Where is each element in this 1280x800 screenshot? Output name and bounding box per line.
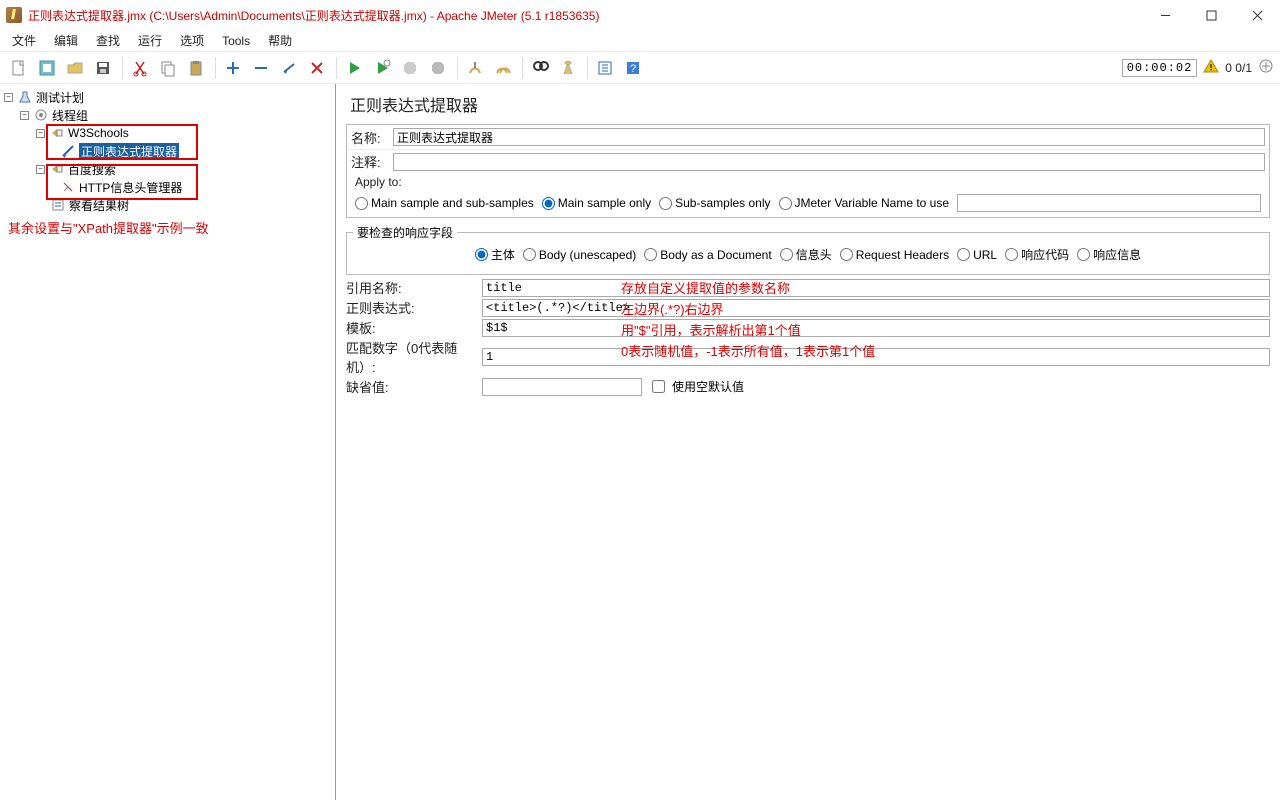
- template-label: 模板:: [346, 318, 482, 337]
- test-plan-tree[interactable]: − 测试计划 − 线程组 − W3Schools 正则表达式提取器 − 百度搜索: [0, 84, 336, 800]
- rf-req-headers[interactable]: Request Headers: [840, 248, 949, 262]
- tree-regex-extractor[interactable]: 正则表达式提取器: [4, 142, 331, 160]
- applyto-sub-only[interactable]: Sub-samples only: [659, 196, 770, 210]
- help-button[interactable]: ?: [620, 55, 646, 81]
- rf-body[interactable]: 主体: [475, 246, 515, 263]
- panel-title: 正则表达式提取器: [350, 92, 1270, 116]
- cut-button[interactable]: [127, 55, 153, 81]
- tree-baidu[interactable]: − 百度搜索: [4, 160, 331, 178]
- menu-options[interactable]: 选项: [172, 30, 212, 51]
- clear-button[interactable]: [462, 55, 488, 81]
- rf-body-doc[interactable]: Body as a Document: [644, 248, 771, 262]
- copy-button[interactable]: [155, 55, 181, 81]
- maximize-button[interactable]: [1188, 0, 1234, 30]
- ref-name-label: 引用名称:: [346, 278, 482, 297]
- save-button[interactable]: [90, 55, 116, 81]
- applyto-main-sub[interactable]: Main sample and sub-samples: [355, 196, 534, 210]
- default-input[interactable]: [482, 378, 642, 396]
- new-button[interactable]: [6, 55, 32, 81]
- tree-threadgroup[interactable]: − 线程组: [4, 106, 331, 124]
- window-title: 正则表达式提取器.jmx (C:\Users\Admin\Documents\正…: [28, 7, 1142, 24]
- response-field-group: 要检查的响应字段 主体 Body (unescaped) Body as a D…: [346, 224, 1270, 275]
- templates-button[interactable]: [34, 55, 60, 81]
- shutdown-button[interactable]: [425, 55, 451, 81]
- collapse-icon[interactable]: −: [36, 165, 45, 174]
- collapse-icon[interactable]: −: [20, 111, 29, 120]
- tree-header-manager[interactable]: HTTP信息头管理器: [4, 178, 331, 196]
- name-input[interactable]: [393, 128, 1265, 146]
- menu-tools[interactable]: Tools: [214, 32, 258, 50]
- name-comment-group: 名称: 注释: Apply to: Main sample and sub-sa…: [346, 124, 1270, 218]
- start-button[interactable]: [341, 55, 367, 81]
- svg-text:?: ?: [630, 63, 636, 75]
- regex-label: 正则表达式:: [346, 298, 482, 317]
- applyto-var-input[interactable]: [957, 194, 1261, 212]
- results-icon: [50, 197, 66, 213]
- annotation-note: 其余设置与"XPath提取器"示例一致: [4, 214, 331, 237]
- menu-help[interactable]: 帮助: [260, 30, 300, 51]
- rf-code[interactable]: 响应代码: [1005, 246, 1069, 263]
- toggle-button[interactable]: [276, 55, 302, 81]
- start-notimers-button[interactable]: [369, 55, 395, 81]
- tree-view-results[interactable]: 察看结果树: [4, 196, 331, 214]
- menu-run[interactable]: 运行: [130, 30, 170, 51]
- regex-icon: [60, 143, 76, 159]
- tree-w3schools[interactable]: − W3Schools: [4, 124, 331, 142]
- toolbar: ? 00:00:02 0 0/1: [0, 52, 1280, 84]
- menubar: 文件 编辑 查找 运行 选项 Tools 帮助: [0, 30, 1280, 52]
- disable-button[interactable]: [304, 55, 330, 81]
- reset-search-button[interactable]: [555, 55, 581, 81]
- config-panel: 正则表达式提取器 名称: 注释: Apply to: Main sample a…: [336, 84, 1280, 800]
- search-button[interactable]: [527, 55, 553, 81]
- name-label: 名称:: [351, 128, 393, 147]
- regex-input[interactable]: [482, 299, 1270, 317]
- expand-button[interactable]: [220, 55, 246, 81]
- rf-msg[interactable]: 响应信息: [1077, 246, 1141, 263]
- thread-counter: 0 0/1: [1225, 61, 1252, 75]
- rf-headers[interactable]: 信息头: [780, 246, 832, 263]
- elapsed-time: 00:00:02: [1122, 59, 1198, 77]
- http-icon: [49, 125, 65, 141]
- applyto-var[interactable]: JMeter Variable Name to use: [779, 196, 950, 210]
- template-input[interactable]: [482, 319, 1270, 337]
- response-field-legend: 要检查的响应字段: [353, 224, 457, 241]
- expand-view-icon[interactable]: [1258, 58, 1274, 77]
- menu-file[interactable]: 文件: [4, 30, 44, 51]
- minimize-button[interactable]: [1142, 0, 1188, 30]
- comment-label: 注释:: [351, 152, 393, 171]
- applyto-main-only[interactable]: Main sample only: [542, 196, 651, 210]
- jmeter-app-icon: [6, 7, 22, 23]
- http-icon: [49, 161, 65, 177]
- beaker-icon: [17, 89, 33, 105]
- close-button[interactable]: [1234, 0, 1280, 30]
- match-input[interactable]: [482, 348, 1270, 366]
- paste-button[interactable]: [183, 55, 209, 81]
- comment-input[interactable]: [393, 153, 1265, 171]
- menu-search[interactable]: 查找: [88, 30, 128, 51]
- default-label: 缺省值:: [346, 377, 482, 396]
- rf-url[interactable]: URL: [957, 248, 997, 262]
- menu-edit[interactable]: 编辑: [46, 30, 86, 51]
- header-icon: [60, 179, 76, 195]
- collapse-icon[interactable]: −: [4, 93, 13, 102]
- stop-button[interactable]: [397, 55, 423, 81]
- tree-testplan[interactable]: − 测试计划: [4, 88, 331, 106]
- clearall-button[interactable]: [490, 55, 516, 81]
- match-label: 匹配数字（0代表随机）:: [346, 338, 482, 376]
- apply-to-legend: Apply to:: [347, 173, 1269, 191]
- function-helper-button[interactable]: [592, 55, 618, 81]
- collapse-button[interactable]: [248, 55, 274, 81]
- open-button[interactable]: [62, 55, 88, 81]
- collapse-icon[interactable]: −: [36, 129, 45, 138]
- rf-body-unescaped[interactable]: Body (unescaped): [523, 248, 636, 262]
- ref-name-input[interactable]: [482, 279, 1270, 297]
- default-empty-checkbox[interactable]: 使用空默认值: [648, 377, 744, 396]
- thread-icon: [33, 107, 49, 123]
- warning-icon: [1203, 58, 1219, 77]
